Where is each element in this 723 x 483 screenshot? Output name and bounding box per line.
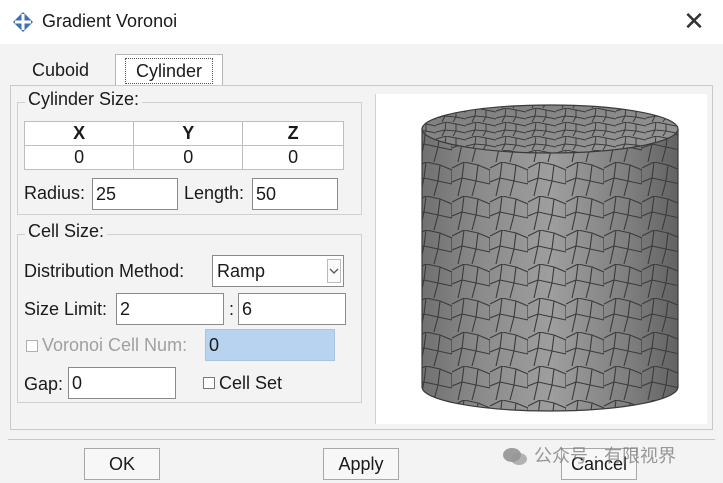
dialog-body: Cuboid Cylinder Cylinder Size: X Y Z 0 0… [0, 44, 723, 483]
size-limit-max-input[interactable]: 6 [238, 293, 346, 325]
length-label: Length: [184, 183, 245, 203]
watermark-text: 公众号 · 有限视界 [534, 446, 676, 466]
close-button[interactable]: ✕ [681, 5, 707, 36]
header-x: X [23, 121, 135, 146]
tab-cylinder[interactable]: Cylinder [115, 54, 223, 86]
cell-set-checkbox[interactable] [203, 377, 215, 389]
wechat-icon [503, 448, 527, 466]
distribution-method-label: Distribution Method: [24, 261, 185, 281]
tab-cuboid[interactable]: Cuboid [18, 56, 103, 86]
cell-x[interactable]: 0 [23, 145, 135, 170]
voronoi-cell-num-label: Voronoi Cell Num: [42, 335, 188, 355]
radius-input[interactable]: 25 [92, 178, 178, 210]
distribution-method-select[interactable]: Ramp [212, 255, 344, 287]
voronoi-cylinder-preview [421, 104, 679, 412]
header-z: Z [242, 121, 344, 146]
watermark: 公众号 · 有限视界 [502, 442, 676, 468]
cell-size-group: Cell Size: Distribution Method: Ramp Siz… [17, 221, 362, 403]
cylinder-size-group: Cylinder Size: X Y Z 0 0 0 Radius: 25 Le… [17, 89, 362, 215]
ok-button[interactable]: OK [84, 448, 160, 480]
header-y: Y [133, 121, 244, 146]
cell-set-label: Cell Set [219, 373, 283, 393]
window-title: Gradient Voronoi [42, 11, 178, 31]
cell-size-title: Cell Size: [25, 221, 108, 242]
apply-button[interactable]: Apply [323, 448, 399, 480]
cell-y[interactable]: 0 [133, 145, 244, 170]
gap-input[interactable]: 0 [68, 367, 176, 399]
center-table: X Y Z 0 0 0 [23, 121, 344, 170]
size-limit-separator: : [229, 299, 235, 319]
close-icon: ✕ [683, 5, 705, 36]
distribution-method-value: Ramp [217, 261, 266, 281]
size-limit-min-input[interactable]: 2 [116, 293, 224, 325]
voronoi-preview [375, 94, 707, 424]
length-input[interactable]: 50 [252, 178, 338, 210]
voronoi-cell-num-input[interactable]: 0 [205, 329, 335, 361]
cylinder-size-title: Cylinder Size: [25, 89, 143, 110]
title-bar: Gradient Voronoi ✕ [0, 0, 723, 44]
app-icon [13, 12, 33, 32]
cell-z[interactable]: 0 [242, 145, 344, 170]
radius-label: Radius: [24, 183, 86, 203]
size-limit-label: Size Limit: [24, 299, 108, 319]
gap-label: Gap: [24, 374, 64, 394]
footer-divider [8, 439, 715, 440]
voronoi-cell-num-checkbox[interactable] [26, 340, 38, 352]
tab-cylinder-label: Cylinder [124, 58, 214, 84]
chevron-down-icon[interactable] [327, 259, 341, 283]
tab-page: Cylinder Size: X Y Z 0 0 0 Radius: 25 Le… [10, 85, 713, 430]
